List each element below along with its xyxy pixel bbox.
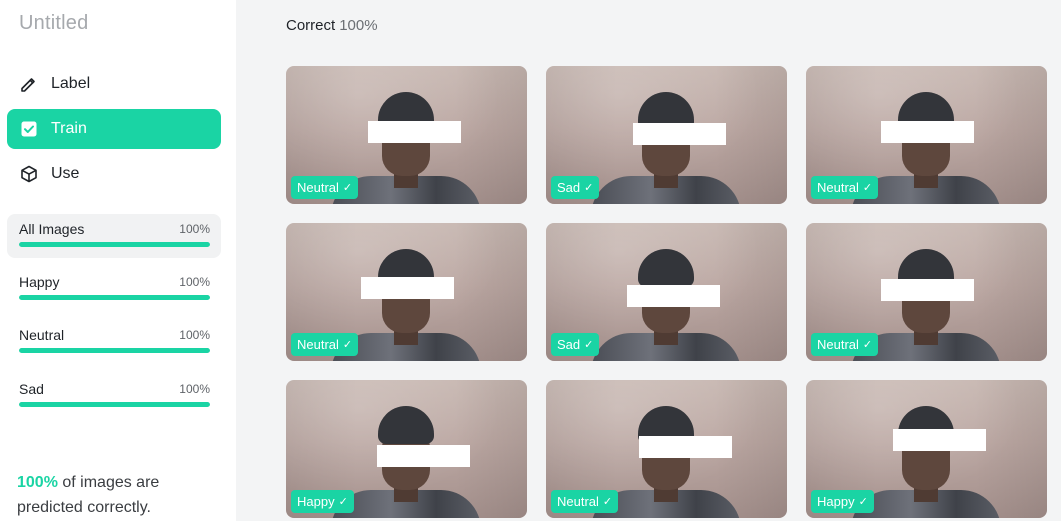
class-name: All Images [19,221,85,237]
check-icon: ✓ [342,339,353,351]
check-icon: ✓ [602,496,613,508]
pencil-icon [19,74,39,94]
class-progress-bar [19,402,210,407]
class-name: Happy [19,274,60,290]
class-progress-fill [19,295,210,300]
class-percent: 100% [179,222,210,236]
class-item-all-images[interactable]: All Images 100% [7,214,221,258]
prediction-label: Neutral [817,180,859,195]
correct-value: 100% [339,17,378,34]
image-tile[interactable]: Happy ✓ [806,380,1047,518]
class-percent: 100% [179,328,210,342]
image-tile[interactable]: Neutral ✓ [286,66,527,204]
redaction-bar [639,436,732,458]
class-progress-bar [19,348,210,353]
class-item-happy[interactable]: Happy 100% [7,267,221,311]
nav-item-label-text: Label [51,75,91,92]
check-icon: ✓ [584,339,594,351]
redaction-bar [377,445,470,467]
accuracy-summary: 100% of images are predicted correctly. [17,470,217,520]
prediction-badge: Neutral ✓ [811,176,879,199]
project-title[interactable]: Untitled [19,12,88,35]
prediction-label: Neutral [297,180,339,195]
class-percent: 100% [179,275,210,289]
check-icon: ✓ [862,339,873,351]
nav-item-use[interactable]: Use [7,154,221,194]
correct-header: Correct 100% [286,17,378,34]
check-icon: ✓ [858,496,868,508]
correct-label: Correct [286,17,336,34]
prediction-badge: Sad ✓ [551,333,600,356]
image-tile[interactable]: Happy ✓ [286,380,527,518]
class-percent: 100% [179,382,210,396]
prediction-badge: Neutral ✓ [811,333,879,356]
prediction-label: Sad [557,337,581,352]
check-icon: ✓ [862,182,873,194]
prediction-badge: Sad ✓ [551,176,600,199]
prediction-label: Neutral [297,337,339,352]
prediction-label: Happy [297,494,335,509]
sidebar: Untitled Label Train Use All Images 100%… [0,0,236,521]
accuracy-percent: 100% [17,474,58,491]
class-item-neutral[interactable]: Neutral 100% [7,320,221,364]
class-progress-bar [19,242,210,247]
nav-item-train[interactable]: Train [7,109,221,149]
prediction-badge: Neutral ✓ [291,176,359,199]
class-progress-bar [19,295,210,300]
nav-item-use-text: Use [51,165,80,182]
prediction-label: Sad [557,180,581,195]
image-tile[interactable]: Neutral ✓ [546,380,787,518]
redaction-bar [361,277,454,299]
image-tile[interactable]: Neutral ✓ [806,223,1047,361]
prediction-badge: Happy ✓ [291,490,354,513]
redaction-bar [881,121,974,143]
prediction-label: Happy [817,494,855,509]
nav-item-train-text: Train [51,120,87,137]
class-progress-fill [19,242,210,247]
prediction-badge: Neutral ✓ [291,333,359,356]
checkbox-icon [19,119,39,139]
class-name: Sad [19,381,44,397]
redaction-bar [368,121,461,143]
results-panel: Correct 100% Neutral ✓ Sad ✓ Neutral ✓ N… [236,0,1061,521]
image-tile[interactable]: Sad ✓ [546,223,787,361]
redaction-bar [627,285,720,307]
class-progress-fill [19,402,210,407]
prediction-label: Neutral [557,494,599,509]
check-icon: ✓ [584,182,594,194]
prediction-badge: Neutral ✓ [551,490,619,513]
class-item-sad[interactable]: Sad 100% [7,374,221,418]
class-progress-fill [19,348,210,353]
nav-item-label[interactable]: Label [7,64,221,104]
check-icon: ✓ [338,496,348,508]
redaction-bar [881,279,974,301]
check-icon: ✓ [342,182,353,194]
redaction-bar [893,429,986,451]
class-name: Neutral [19,327,65,343]
redaction-bar [633,123,726,145]
image-tile[interactable]: Neutral ✓ [286,223,527,361]
image-tile[interactable]: Sad ✓ [546,66,787,204]
cube-icon [19,164,39,184]
image-tile[interactable]: Neutral ✓ [806,66,1047,204]
prediction-label: Neutral [817,337,859,352]
prediction-badge: Happy ✓ [811,490,874,513]
